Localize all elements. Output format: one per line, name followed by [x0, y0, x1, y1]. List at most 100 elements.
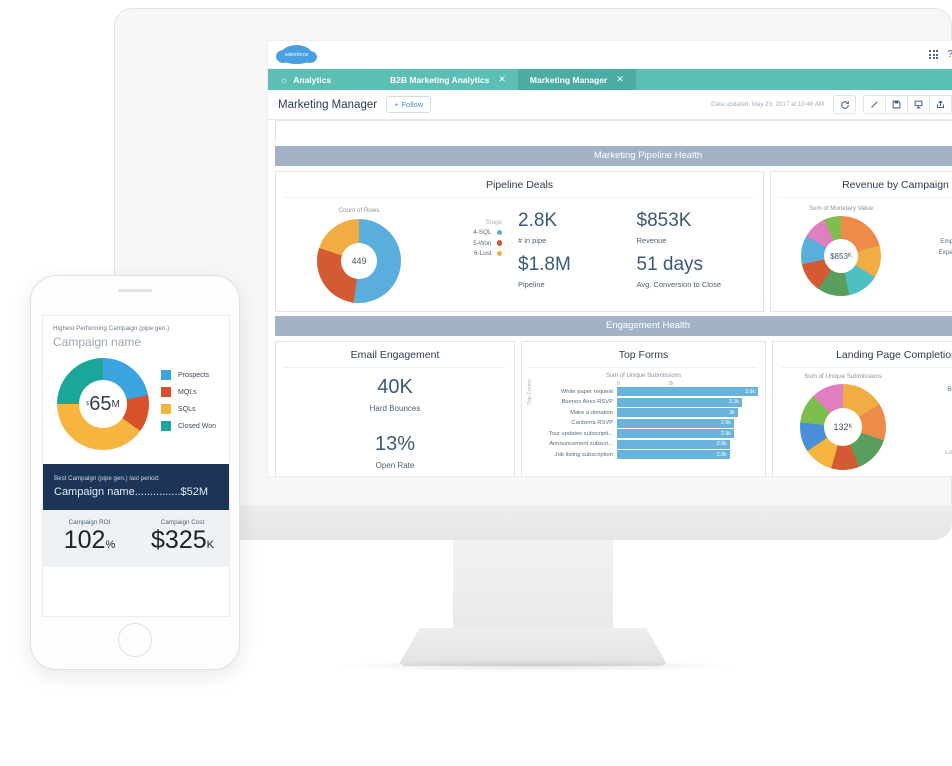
legend-swatch: [496, 229, 502, 236]
phone-speaker: [118, 289, 152, 292]
metric-label: Campaign ROI: [68, 519, 111, 526]
panel-top-forms: Top Forms Sum of Unique Submissions 0 2k…: [521, 341, 766, 476]
save-button[interactable]: [885, 95, 908, 114]
legend-item[interactable]: Local billboard ad: [909, 438, 952, 445]
legend-item[interactable]: Employee recruitme...: [907, 238, 952, 245]
kpi-pipeline[interactable]: $1.8M Pipeline: [518, 254, 637, 289]
tab-marketing-manager[interactable]: Marketing Manager ✕: [517, 69, 636, 90]
metric-value: $325K: [136, 526, 229, 555]
follow-label: Follow: [401, 100, 424, 109]
dashboard-header: Marketing Manager + Follow Data updated:…: [268, 90, 952, 120]
donut-center-label: 449: [341, 243, 377, 279]
kpi-label: Revenue: [636, 235, 667, 245]
phone-screen: Highest Performing Campaign (pipe gen.) …: [42, 315, 230, 617]
bar-label: Job listing subscription: [554, 451, 613, 458]
bar-row[interactable]: Make a donation 3k: [537, 408, 758, 417]
panel-row-engagement: Email Engagement 40K Hard Bounces 13% Op…: [275, 341, 952, 476]
phone-campaign-donut[interactable]: $65 M: [57, 358, 149, 450]
legend-item[interactable]: Contract renewal: [907, 228, 952, 235]
tab-b2b-marketing-analytics[interactable]: B2B Marketing Analytics ✕: [378, 69, 518, 90]
legend-item[interactable]: Tradeshow: [907, 270, 952, 277]
legend-item[interactable]: Buenos Aires event: [909, 386, 952, 393]
phone-home-button[interactable]: [118, 623, 152, 657]
top-forms-bar-chart[interactable]: Top Forms White paper request 3.5k Buenos…: [527, 379, 758, 459]
bar-label: Tour updates subscripti...: [548, 430, 613, 437]
legend-item-truncated[interactable]: Local newspaper ad: [909, 449, 952, 456]
dashboard-toolbar: Data updated: May 23, 2017 at 10:46 AM: [711, 95, 952, 114]
legend-item[interactable]: Newsletter: [907, 259, 952, 266]
legend-item[interactable]: Charitable cause: [907, 217, 952, 224]
donut-caption: Sum of Monetary Value: [808, 205, 874, 212]
legend-label: Prospects: [178, 371, 210, 379]
kpi-revenue[interactable]: $853K Revenue: [636, 210, 756, 245]
bar-row[interactable]: Buenos Aires RSVP 3.1k: [537, 397, 758, 407]
kpi-in-pipe[interactable]: 2.8K # in pipe: [518, 210, 637, 245]
bar-row[interactable]: Announcement subscri... 2.8k: [537, 439, 758, 449]
metric-number: 102: [63, 526, 106, 554]
legend-item[interactable]: SQLs: [161, 404, 216, 414]
legend-item[interactable]: Industry trends: [909, 417, 952, 424]
pipeline-deals-legend: Stage 4-SQL 5-Won 6-Lost: [440, 205, 502, 261]
panel-email-engagement: Email Engagement 40K Hard Bounces 13% Op…: [275, 341, 515, 476]
pipeline-deals-donut[interactable]: Count of Rows 449: [284, 205, 434, 303]
legend-label: Employee recruitme...: [940, 238, 952, 245]
panel-title-email-engagement: Email Engagement: [284, 342, 506, 368]
revenue-by-campaign-donut[interactable]: Sum of Monetary Value $853 K: [779, 205, 903, 296]
legend-item[interactable]: Closed Won: [161, 421, 216, 431]
bar-value: 3.1k: [728, 399, 739, 405]
plus-icon: +: [394, 100, 399, 109]
bar-row[interactable]: Canberra RSVP 2.9k: [537, 418, 758, 428]
refresh-button[interactable]: [833, 95, 856, 114]
legend-swatch: [161, 404, 171, 414]
legend-item[interactable]: Prospects: [161, 370, 216, 380]
share-button[interactable]: [929, 95, 952, 114]
legend-item[interactable]: Expense Manageme...: [907, 249, 952, 256]
legend-label: Local newspaper ad: [945, 448, 952, 456]
follow-button[interactable]: + Follow: [386, 96, 432, 113]
legend-item[interactable]: Booth signage: [909, 375, 952, 382]
section-header-pipeline-health: Marketing Pipeline Health: [275, 146, 952, 166]
app-launcher-icon[interactable]: [929, 50, 939, 59]
bookmark-button[interactable]: [907, 95, 930, 114]
legend-label: Expense Manageme...: [938, 248, 952, 256]
legend-label: Buenos Aires event: [947, 385, 952, 393]
kpi-avg-conversion[interactable]: 51 days Avg. Conversion to Close: [637, 254, 756, 289]
bar-row[interactable]: Tour updates subscripti... 2.9k: [537, 429, 758, 438]
kpi-hard-bounces[interactable]: 40K Hard Bounces: [276, 376, 514, 413]
legend-item[interactable]: 5-Won: [440, 240, 502, 247]
close-icon[interactable]: ✕: [616, 74, 624, 85]
edit-button[interactable]: [863, 95, 886, 114]
close-icon[interactable]: ✕: [498, 74, 506, 85]
legend-item[interactable]: Giving page: [909, 407, 952, 414]
salesforce-logo-icon[interactable]: salesforce: [276, 45, 317, 64]
legend-item[interactable]: 4-SQL: [440, 229, 502, 236]
legend-item[interactable]: Job fair: [909, 428, 952, 435]
salesforce-wordmark: salesforce: [284, 51, 309, 58]
legend-item-truncated[interactable]: ......: [907, 280, 952, 287]
pipeline-deals-kpis: 2.8K # in pipe $853K Revenue $1.8M Pipel…: [508, 205, 755, 289]
analytics-spark-icon: ☼: [280, 74, 289, 85]
legend-label: SQLs: [178, 405, 196, 413]
kpi-open-rate[interactable]: 13% Open Rate: [276, 433, 514, 470]
tab-analytics[interactable]: ☼ Analytics: [268, 69, 378, 90]
panel-row-pipeline: Pipeline Deals Count of Rows 449 Stage 4…: [275, 171, 952, 312]
legend-item[interactable]: 6-Lost: [440, 250, 502, 257]
bar-label: Canberra RSVP: [571, 420, 613, 426]
topbar-actions: ?: [929, 46, 952, 63]
metric-number: $325: [151, 526, 207, 554]
donut-caption: Count of Rows: [338, 207, 380, 214]
bar-value: 2.8k: [716, 441, 727, 447]
help-icon[interactable]: ?: [947, 49, 952, 60]
bar-row[interactable]: White paper request 3.5k: [537, 387, 758, 396]
landing-page-completion-donut[interactable]: Sum of Unique Submissions 132 K: [781, 373, 905, 470]
legend-item[interactable]: MQLs: [161, 387, 216, 397]
bar-value: 2.9k: [720, 420, 731, 426]
metric-campaign-roi[interactable]: Campaign ROI 102%: [43, 519, 136, 555]
donut-center-value: 65: [89, 392, 112, 415]
panel-title-landing-page-completion: Landing Page Completion: [781, 342, 952, 368]
legend-item[interactable]: Careers page: [909, 396, 952, 403]
bar-row[interactable]: Job listing subscription 2.8k: [537, 450, 758, 459]
kpi-value: $853K: [636, 210, 692, 231]
donut-ring: 132 K: [800, 384, 886, 470]
metric-campaign-cost[interactable]: Campaign Cost $325K: [136, 519, 229, 555]
